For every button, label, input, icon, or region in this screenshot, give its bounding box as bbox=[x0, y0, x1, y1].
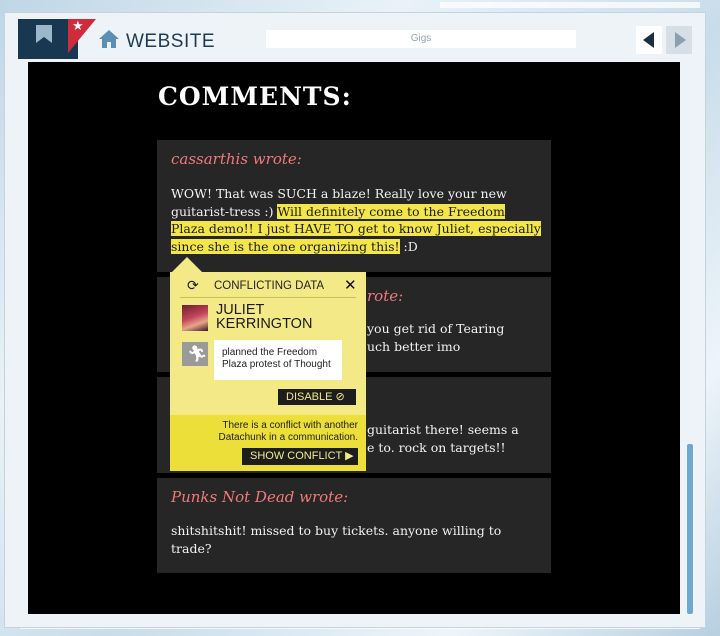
bookmark-icon bbox=[36, 25, 52, 37]
decor-stripe bbox=[440, 2, 700, 8]
comment-body: guitarist there! seems a e to. rock on t… bbox=[367, 421, 519, 456]
address-bar[interactable]: Gigs bbox=[266, 30, 576, 48]
forward-arrow-icon bbox=[675, 32, 686, 48]
person-name: JULIET KERRINGTON bbox=[216, 302, 313, 332]
comment-line: guitarist there! seems a bbox=[367, 422, 519, 437]
popup-title: CONFLICTING DATA bbox=[214, 280, 325, 292]
comment-body: WOW! That was SUCH a blaze! Really love … bbox=[171, 185, 541, 255]
person-first-name: JULIET bbox=[216, 302, 265, 318]
comment-line: e to. rock on targets!! bbox=[367, 439, 506, 455]
comment-card: Punks Not Dead wrote: shitshitshit! miss… bbox=[157, 478, 551, 573]
popup-pointer bbox=[172, 257, 202, 272]
star-icon: ★ bbox=[72, 19, 84, 34]
conflict-footer: There is a conflict with another Datachu… bbox=[170, 415, 366, 471]
conflicting-data-popup: ⟳ CONFLICTING DATA ✕ JULIET KERRINGTON 🏃… bbox=[170, 272, 366, 471]
close-icon[interactable]: ✕ bbox=[344, 276, 357, 294]
comment-body: shitshitshit! missed to buy tickets. any… bbox=[171, 523, 502, 556]
divider bbox=[180, 297, 356, 298]
site-label: WEBSITE bbox=[126, 31, 216, 52]
comment-author: cassarthis wrote: bbox=[171, 150, 302, 168]
browser-toolbar: ★ WEBSITE Gigs bbox=[18, 19, 698, 59]
show-conflict-button[interactable]: SHOW CONFLICT ▶ bbox=[242, 448, 358, 465]
comment-line: you get rid of Tearing bbox=[367, 321, 505, 336]
back-button[interactable] bbox=[636, 26, 662, 54]
comment-body: you get rid of Tearing uch better imo bbox=[367, 320, 504, 355]
datachunk-fact: planned the Freedom Plaza protest of Tho… bbox=[214, 340, 342, 380]
back-arrow-icon bbox=[643, 32, 654, 48]
comment-card: cassarthis wrote: WOW! That was SUCH a b… bbox=[157, 140, 551, 272]
activity-badge: 🏃︎ bbox=[182, 342, 208, 366]
running-person-icon: 🏃︎ bbox=[187, 344, 208, 363]
sync-icon: ⟳ bbox=[187, 278, 199, 294]
forward-button[interactable] bbox=[666, 26, 692, 54]
conflict-message: There is a conflict with another Datachu… bbox=[218, 420, 358, 443]
disable-button[interactable]: DISABLE ⊘ bbox=[278, 389, 356, 405]
comment-author: rote: bbox=[367, 287, 404, 305]
person-last-name: KERRINGTON bbox=[216, 316, 313, 332]
avatar bbox=[182, 305, 208, 331]
comment-line: uch better imo bbox=[367, 338, 461, 354]
home-icon[interactable] bbox=[98, 29, 120, 49]
scrollbar[interactable] bbox=[687, 444, 693, 614]
comment-text-tail: :D bbox=[399, 238, 418, 254]
comment-author: Punks Not Dead wrote: bbox=[171, 488, 349, 506]
page-title: COMMENTS: bbox=[158, 82, 352, 111]
